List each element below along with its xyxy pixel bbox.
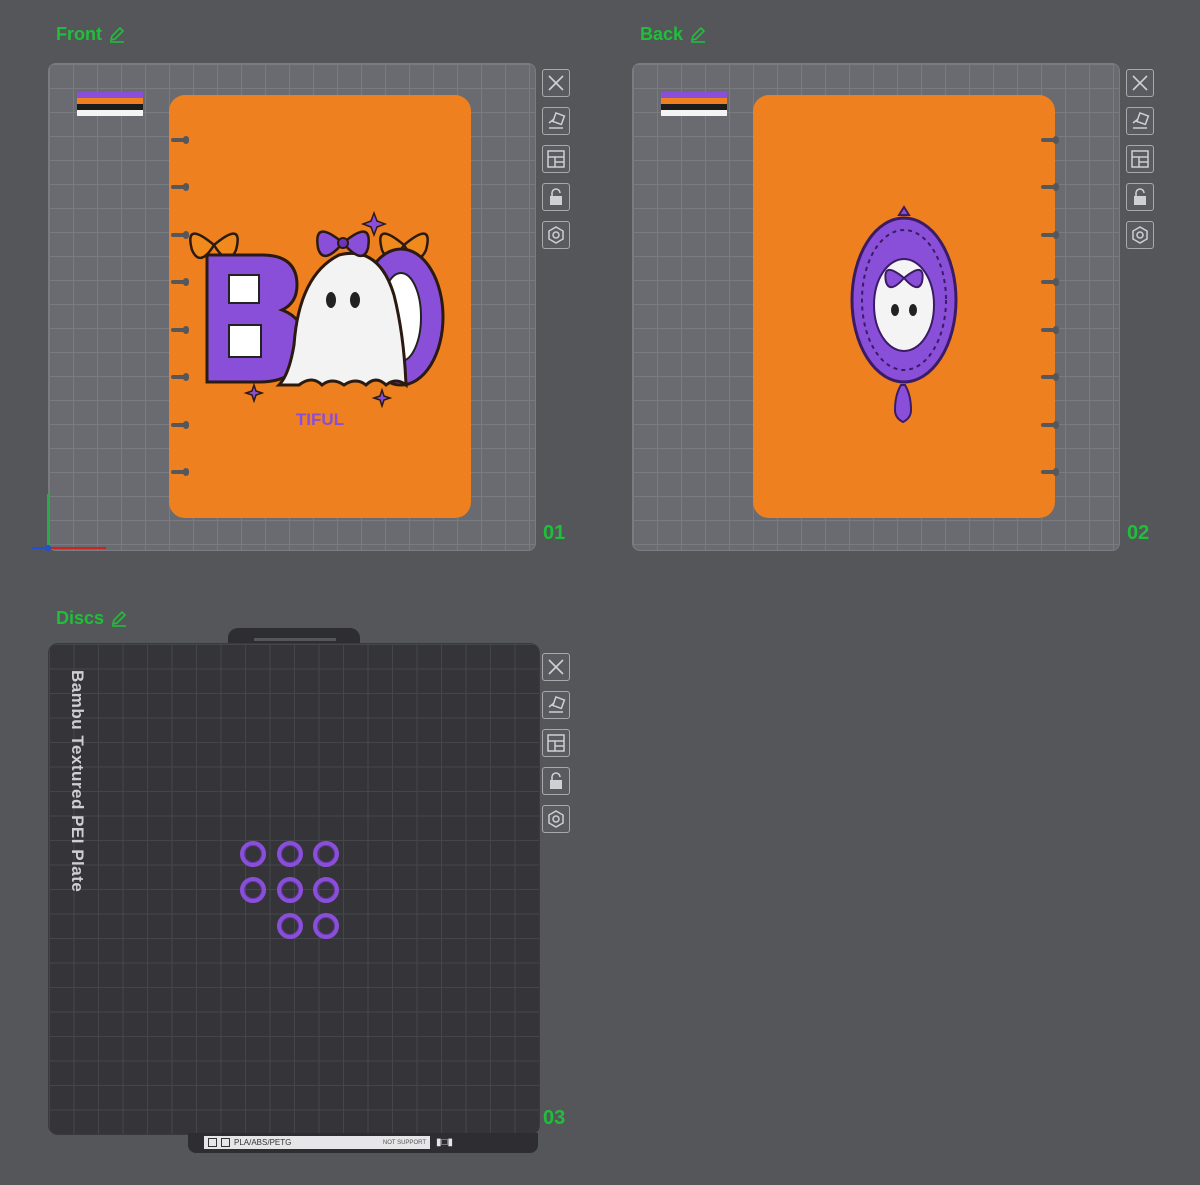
disc-ring[interactable]	[313, 841, 339, 867]
disc-ring[interactable]	[277, 913, 303, 939]
disc-ring[interactable]	[313, 913, 339, 939]
lock-icon[interactable]	[542, 767, 570, 795]
arrange-icon[interactable]	[542, 729, 570, 757]
disc-ring[interactable]	[313, 877, 339, 903]
settings-icon[interactable]	[542, 221, 570, 249]
arrange-icon[interactable]	[1126, 145, 1154, 173]
cover-back[interactable]	[753, 95, 1055, 518]
plate-toolbar	[1126, 69, 1154, 249]
close-icon[interactable]	[542, 653, 570, 681]
plate-title-label: Front	[56, 24, 102, 44]
lock-icon[interactable]	[1126, 183, 1154, 211]
plate-toolbar	[542, 69, 570, 249]
auto-orient-icon[interactable]	[1126, 107, 1154, 135]
boo-ghost-artwork: TIFUL	[189, 210, 445, 429]
plate-name-label: Bambu Textured PEI Plate	[68, 670, 87, 893]
plate-title-front[interactable]: Front	[56, 24, 126, 45]
not-support-label: NOT SUPPORT	[382, 1139, 426, 1146]
lock-icon[interactable]	[542, 183, 570, 211]
qr-icon	[208, 1138, 217, 1147]
axis-gizmo-icon	[32, 494, 106, 551]
plate-title-label: Discs	[56, 608, 105, 628]
plate-title-discs[interactable]: Discs	[56, 608, 128, 629]
build-plate-back[interactable]	[632, 63, 1120, 551]
plate-number: 01	[543, 522, 566, 544]
settings-icon[interactable]	[1126, 221, 1154, 249]
filament-swatch	[77, 92, 143, 116]
auto-orient-icon[interactable]	[542, 107, 570, 135]
plate-number: 03	[543, 1107, 566, 1129]
plate-title-back[interactable]: Back	[640, 24, 707, 45]
edit-icon[interactable]	[689, 26, 707, 44]
disc-ring[interactable]	[277, 877, 303, 903]
edit-icon[interactable]	[110, 610, 128, 628]
edit-icon[interactable]	[108, 26, 126, 44]
settings-icon[interactable]	[542, 805, 570, 833]
plate-number: 02	[1127, 522, 1150, 544]
arrange-icon[interactable]	[542, 145, 570, 173]
disc-ring[interactable]	[277, 841, 303, 867]
cover-front[interactable]: TIFUL	[169, 95, 471, 518]
filament-swatch	[661, 92, 727, 116]
close-icon[interactable]	[542, 69, 570, 97]
build-plate-front[interactable]: TIFUL	[48, 63, 536, 551]
disc-ring[interactable]	[240, 877, 266, 903]
plate-toolbar	[542, 653, 570, 833]
close-icon[interactable]	[1126, 69, 1154, 97]
build-plate-discs[interactable]: Bambu Textured PEI Plate	[48, 643, 540, 1135]
disc-ring[interactable]	[240, 841, 266, 867]
plate-bottom-strip: PLA/ABS/PETG NOT SUPPORT ▮□▮	[188, 1133, 538, 1153]
boo-subtitle: TIFUL	[296, 410, 344, 429]
plate-title-label: Back	[640, 24, 684, 44]
mirror-ghost-artwork	[850, 205, 958, 424]
material-icons: ▮□▮	[436, 1137, 454, 1148]
qr-icon	[221, 1138, 230, 1147]
auto-orient-icon[interactable]	[542, 691, 570, 719]
filament-compat-label: PLA/ABS/PETG	[234, 1138, 292, 1147]
